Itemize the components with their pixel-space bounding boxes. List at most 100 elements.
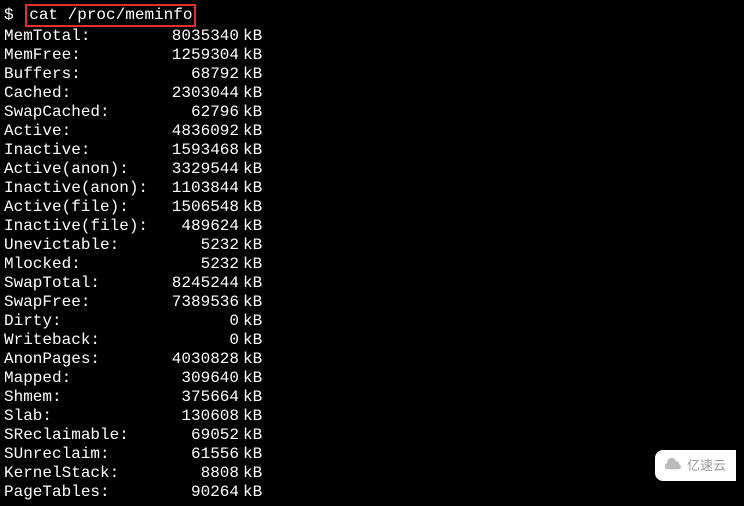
meminfo-unit: kB [243, 350, 262, 369]
meminfo-label: SwapFree: [4, 293, 159, 312]
meminfo-row: MemFree:1259304kB [4, 46, 740, 65]
meminfo-label: Cached: [4, 84, 159, 103]
meminfo-unit: kB [243, 141, 262, 160]
meminfo-value: 489624 [159, 217, 239, 236]
meminfo-unit: kB [243, 179, 262, 198]
meminfo-row: Mlocked:5232kB [4, 255, 740, 274]
terminal-output: $ cat /proc/meminfo MemTotal:8035340kBMe… [0, 0, 744, 506]
meminfo-label: Active: [4, 122, 159, 141]
meminfo-value: 8245244 [159, 274, 239, 293]
meminfo-value: 4030828 [159, 350, 239, 369]
meminfo-row: KernelStack:8808kB [4, 464, 740, 483]
meminfo-unit: kB [243, 198, 262, 217]
meminfo-unit: kB [243, 217, 262, 236]
meminfo-value: 8808 [159, 464, 239, 483]
meminfo-rows: MemTotal:8035340kBMemFree:1259304kBBuffe… [4, 27, 740, 502]
meminfo-label: Inactive(file): [4, 217, 159, 236]
meminfo-value: 3329544 [159, 160, 239, 179]
meminfo-row: Inactive:1593468kB [4, 141, 740, 160]
meminfo-label: Mapped: [4, 369, 159, 388]
meminfo-unit: kB [243, 255, 262, 274]
meminfo-row: Dirty:0kB [4, 312, 740, 331]
meminfo-unit: kB [243, 122, 262, 141]
meminfo-unit: kB [243, 84, 262, 103]
meminfo-label: Mlocked: [4, 255, 159, 274]
meminfo-unit: kB [243, 483, 262, 502]
meminfo-value: 1259304 [159, 46, 239, 65]
meminfo-value: 1103844 [159, 179, 239, 198]
meminfo-row: PageTables:90264kB [4, 483, 740, 502]
meminfo-row: Writeback:0kB [4, 331, 740, 350]
meminfo-row: SwapTotal:8245244kB [4, 274, 740, 293]
meminfo-value: 1593468 [159, 141, 239, 160]
meminfo-label: Dirty: [4, 312, 159, 331]
meminfo-value: 130608 [159, 407, 239, 426]
meminfo-unit: kB [243, 236, 262, 255]
meminfo-value: 2303044 [159, 84, 239, 103]
meminfo-label: Active(anon): [4, 160, 159, 179]
meminfo-label: Inactive: [4, 141, 159, 160]
meminfo-label: Active(file): [4, 198, 159, 217]
meminfo-value: 5232 [159, 255, 239, 274]
meminfo-unit: kB [243, 331, 262, 350]
meminfo-label: SReclaimable: [4, 426, 159, 445]
watermark-badge: 亿速云 [655, 450, 736, 481]
meminfo-row: AnonPages:4030828kB [4, 350, 740, 369]
meminfo-row: Shmem:375664kB [4, 388, 740, 407]
meminfo-unit: kB [243, 27, 262, 46]
meminfo-row: SReclaimable:69052kB [4, 426, 740, 445]
command-line: $ cat /proc/meminfo [4, 4, 196, 27]
meminfo-value: 5232 [159, 236, 239, 255]
meminfo-unit: kB [243, 369, 262, 388]
meminfo-label: SwapTotal: [4, 274, 159, 293]
meminfo-row: Inactive(anon):1103844kB [4, 179, 740, 198]
meminfo-value: 309640 [159, 369, 239, 388]
meminfo-unit: kB [243, 293, 262, 312]
meminfo-label: Buffers: [4, 65, 159, 84]
meminfo-value: 69052 [159, 426, 239, 445]
meminfo-unit: kB [243, 464, 262, 483]
meminfo-label: MemTotal: [4, 27, 159, 46]
meminfo-row: Mapped:309640kB [4, 369, 740, 388]
meminfo-unit: kB [243, 312, 262, 331]
meminfo-value: 375664 [159, 388, 239, 407]
highlighted-command: cat /proc/meminfo [25, 4, 196, 27]
meminfo-row: Active(file):1506548kB [4, 198, 740, 217]
shell-prompt: $ [4, 6, 14, 24]
meminfo-row: Active:4836092kB [4, 122, 740, 141]
meminfo-row: Active(anon):3329544kB [4, 160, 740, 179]
meminfo-value: 61556 [159, 445, 239, 464]
meminfo-row: Buffers:68792kB [4, 65, 740, 84]
meminfo-unit: kB [243, 160, 262, 179]
meminfo-unit: kB [243, 274, 262, 293]
meminfo-value: 0 [159, 331, 239, 350]
meminfo-label: Writeback: [4, 331, 159, 350]
meminfo-value: 8035340 [159, 27, 239, 46]
meminfo-label: SUnreclaim: [4, 445, 159, 464]
meminfo-value: 0 [159, 312, 239, 331]
command-text: cat /proc/meminfo [29, 6, 192, 24]
meminfo-row: SUnreclaim:61556kB [4, 445, 740, 464]
meminfo-unit: kB [243, 65, 262, 84]
meminfo-row: Cached:2303044kB [4, 84, 740, 103]
meminfo-label: Slab: [4, 407, 159, 426]
meminfo-value: 4836092 [159, 122, 239, 141]
watermark-text: 亿速云 [687, 456, 726, 475]
meminfo-row: Inactive(file):489624kB [4, 217, 740, 236]
meminfo-unit: kB [243, 407, 262, 426]
meminfo-label: AnonPages: [4, 350, 159, 369]
meminfo-unit: kB [243, 445, 262, 464]
cloud-icon [665, 456, 683, 475]
meminfo-row: Slab:130608kB [4, 407, 740, 426]
meminfo-value: 68792 [159, 65, 239, 84]
meminfo-unit: kB [243, 426, 262, 445]
meminfo-unit: kB [243, 103, 262, 122]
meminfo-value: 7389536 [159, 293, 239, 312]
meminfo-label: MemFree: [4, 46, 159, 65]
meminfo-row: SwapCached:62796kB [4, 103, 740, 122]
meminfo-value: 90264 [159, 483, 239, 502]
meminfo-unit: kB [243, 46, 262, 65]
meminfo-label: Inactive(anon): [4, 179, 159, 198]
meminfo-row: SwapFree:7389536kB [4, 293, 740, 312]
meminfo-label: Shmem: [4, 388, 159, 407]
